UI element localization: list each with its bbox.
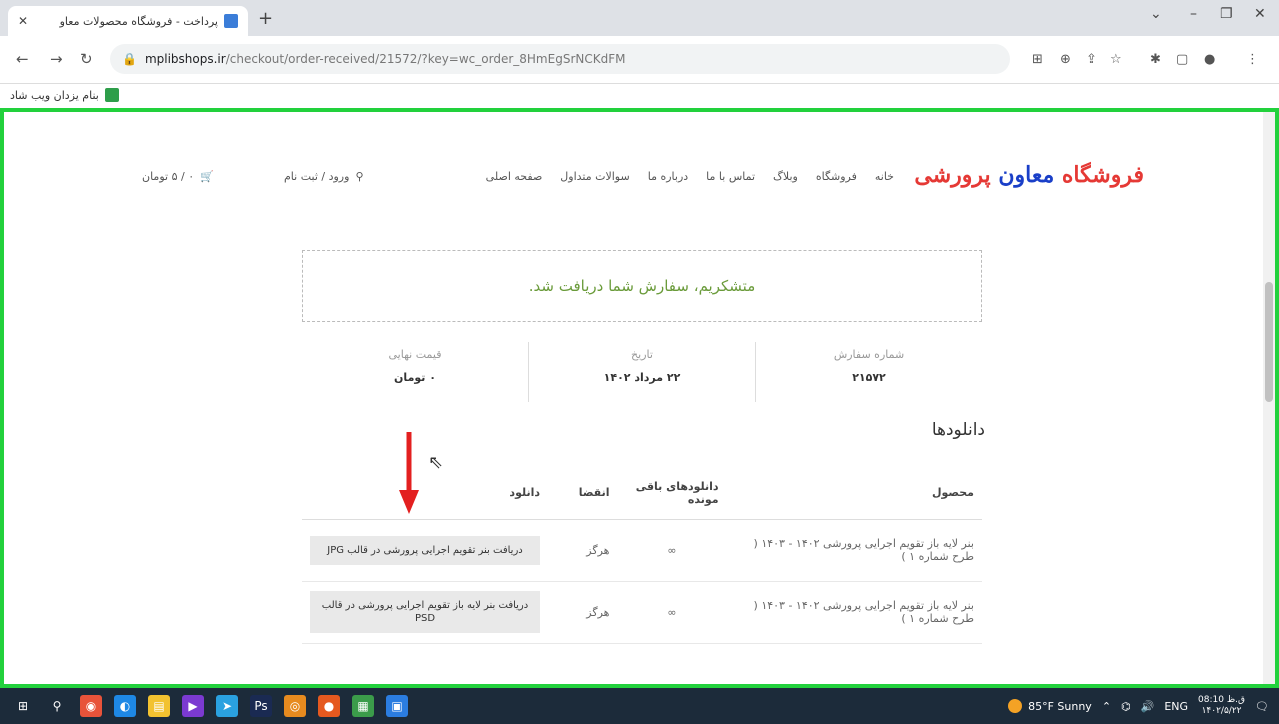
product-name: بنر لایه باز تقویم اجرایی پرورشی ۱۴۰۲ - … — [726, 581, 982, 644]
col-expires: انقضا — [548, 467, 618, 520]
product-name: بنر لایه باز تقویم اجرایی پرورشی ۱۴۰۲ - … — [726, 519, 982, 582]
share-icon[interactable]: ⇪ — [1086, 52, 1097, 67]
app-icon[interactable]: ◎ — [284, 695, 306, 717]
browser-window: پرداخت - فروشگاه محصولات معاو ✕ + ⌄ – ❐ … — [0, 0, 1279, 724]
col-remaining: دانلودهای باقی مونده — [617, 467, 727, 520]
volume-icon[interactable]: 🔊 — [1141, 700, 1155, 713]
tab-close-icon[interactable]: ✕ — [18, 14, 28, 28]
reload-icon[interactable]: ↻ — [80, 50, 93, 68]
order-total: قیمت نهایی ۰ تومان — [388, 348, 442, 384]
language-indicator[interactable]: ENG — [1164, 700, 1188, 713]
tab-title: پرداخت - فروشگاه محصولات معاو — [59, 14, 218, 28]
search-icon[interactable]: ⚲ — [46, 695, 68, 717]
menu-item-contact[interactable]: تماس با ما — [706, 170, 755, 183]
file-explorer-icon[interactable]: ▤ — [148, 695, 170, 717]
bookmark-item[interactable]: بنام یزدان ویب شاد — [10, 88, 119, 102]
download-jpg-button[interactable]: دریافت بنر تقویم اجرایی پرورشی در قالب J… — [310, 535, 540, 565]
app-icon-2[interactable]: ▣ — [386, 695, 408, 717]
bookmark-label: بنام یزدان ویب شاد — [10, 88, 99, 102]
address-bar[interactable]: 🔒 mplibshops.ir /checkout/order-received… — [110, 44, 1010, 74]
col-product: محصول — [726, 467, 982, 520]
menu-icon[interactable]: ⋮ — [1246, 52, 1259, 67]
site-logo[interactable]: فروشگاه معاون پرورشی — [914, 162, 1144, 188]
table-row: بنر لایه باز تقویم اجرایی پرورشی ۱۴۰۲ - … — [302, 519, 982, 582]
back-icon[interactable]: ← — [16, 50, 29, 68]
site-header: فروشگاه معاون پرورشی خانه فروشگاه وبلاگ … — [124, 152, 1144, 212]
network-icon[interactable]: ⌬ — [1121, 700, 1131, 713]
browser-tab[interactable]: پرداخت - فروشگاه محصولات معاو ✕ — [8, 6, 248, 36]
menu-item-faq[interactable]: سوالات متداول — [560, 170, 629, 183]
scrollbar[interactable] — [1263, 112, 1275, 684]
lock-icon: 🔒 — [122, 52, 137, 66]
edge-icon[interactable]: ◐ — [114, 695, 136, 717]
sidebar-icon[interactable]: ▢ — [1176, 52, 1188, 67]
menu-item-blog[interactable]: وبلاگ — [773, 170, 798, 183]
cart-total: ۰ / ۵ تومان — [142, 170, 195, 183]
translate-icon[interactable]: ⊞ — [1032, 52, 1043, 67]
remaining-count: ∞ — [617, 581, 727, 644]
maximize-button[interactable]: ❐ — [1220, 6, 1233, 22]
photoshop-icon[interactable]: Ps — [250, 695, 272, 717]
close-window-button[interactable]: ✕ — [1254, 6, 1266, 22]
cart-link[interactable]: 🛒 ۰ / ۵ تومان — [142, 170, 214, 183]
profile-icon[interactable]: ● — [1204, 52, 1215, 67]
downloads-table: محصول دانلودهای باقی مونده انقضا دانلود … — [302, 467, 982, 644]
col-download: دانلود — [302, 467, 548, 520]
navigation-bar: ← → ↻ 🔒 mplibshops.ir /checkout/order-re… — [0, 36, 1279, 84]
user-icon: ⚲ — [355, 170, 364, 183]
sun-icon — [1008, 699, 1023, 713]
zoom-icon[interactable]: ⊕ — [1060, 52, 1071, 67]
main-menu: خانه فروشگاه وبلاگ تماس با ما درباره ما … — [486, 170, 894, 183]
extensions-icon[interactable]: ✱ — [1150, 52, 1161, 67]
weather-text: 85°F Sunny — [1028, 699, 1092, 713]
clock[interactable]: 08:10 ق.ظ ۱۴۰۲/۵/۲۲ — [1198, 695, 1245, 717]
order-overview: شماره سفارش ۲۱۵۷۲ تاریخ ۲۲ مرداد ۱۴۰۲ قی… — [302, 342, 982, 402]
table-row: بنر لایه باز تقویم اجرایی پرورشی ۱۴۰۲ - … — [302, 581, 982, 644]
menu-item-about[interactable]: درباره ما — [648, 170, 688, 183]
media-icon[interactable]: ▶ — [182, 695, 204, 717]
windows-start-icon[interactable]: ⊞ — [12, 695, 34, 717]
excel-icon[interactable]: ▦ — [352, 695, 374, 717]
telegram-icon[interactable]: ➤ — [216, 695, 238, 717]
expires-value: هرگز — [548, 519, 618, 582]
address-host: mplibshops.ir — [144, 52, 226, 66]
bookmark-icon — [104, 88, 119, 102]
windows-taskbar: ⊞ ⚲ ◉ ◐ ▤ ▶ ➤ Ps ◎ ● ▦ ▣ 85°F Sunny ⌃ ⌬ … — [0, 688, 1279, 724]
account-label: ورود / ثبت نام — [284, 170, 350, 183]
weather-widget[interactable]: 85°F Sunny — [1008, 699, 1092, 713]
new-tab-button[interactable]: + — [258, 8, 273, 29]
bookmark-star-icon[interactable]: ☆ — [1110, 52, 1122, 67]
chrome-icon[interactable]: ◉ — [80, 695, 102, 717]
order-number: شماره سفارش ۲۱۵۷۲ — [755, 342, 982, 402]
bookmarks-bar: بنام یزدان ویب شاد — [0, 84, 1279, 108]
tray-chevron-icon[interactable]: ⌃ — [1102, 700, 1111, 713]
site-favicon-icon — [224, 14, 238, 28]
tab-search-icon[interactable]: ⌄ — [1150, 6, 1162, 22]
account-link[interactable]: ⚲ ورود / ثبت نام — [284, 170, 364, 183]
menu-item-shop[interactable]: فروشگاه — [816, 170, 857, 183]
forward-icon[interactable]: → — [50, 50, 63, 68]
download-psd-button[interactable]: دریافت بنر لایه باز تقویم اجرایی پرورشی … — [310, 591, 540, 633]
tab-bar: پرداخت - فروشگاه محصولات معاو ✕ + ⌄ – ❐ … — [0, 0, 1279, 36]
table-header-row: محصول دانلودهای باقی مونده انقضا دانلود — [302, 467, 982, 520]
order-thanks-notice: متشکریم، سفارش شما دریافت شد. — [302, 250, 982, 322]
firefox-icon[interactable]: ● — [318, 695, 340, 717]
cart-icon: 🛒 — [200, 170, 214, 183]
remaining-count: ∞ — [617, 519, 727, 582]
downloads-title: دانلودها — [931, 420, 985, 440]
address-path: /checkout/order-received/21572/?key=wc_o… — [225, 52, 626, 66]
scrollbar-thumb[interactable] — [1265, 282, 1273, 402]
notification-icon[interactable]: 🗨 — [1255, 700, 1269, 713]
menu-item-home[interactable]: خانه — [875, 170, 894, 183]
expires-value: هرگز — [548, 581, 618, 644]
menu-item-main[interactable]: صفحه اصلی — [486, 170, 543, 183]
page-viewport: فروشگاه معاون پرورشی خانه فروشگاه وبلاگ … — [0, 108, 1279, 688]
order-date: تاریخ ۲۲ مرداد ۱۴۰۲ — [528, 342, 755, 402]
system-tray: 85°F Sunny ⌃ ⌬ 🔊 ENG 08:10 ق.ظ ۱۴۰۲/۵/۲۲… — [1008, 688, 1269, 724]
minimize-button[interactable]: – — [1190, 6, 1197, 22]
